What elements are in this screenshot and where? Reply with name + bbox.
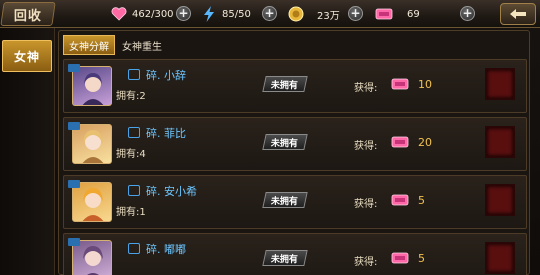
fragment-icon xyxy=(128,69,140,80)
rarity-badge-icon xyxy=(68,64,80,72)
recycle-back-button[interactable]: 回收 xyxy=(0,2,56,26)
status-label: 未拥有 xyxy=(271,196,299,207)
pink-gem-icon xyxy=(391,78,409,90)
sidebar-tab-goddess[interactable]: 女神 xyxy=(2,40,52,72)
pink-gem-icon xyxy=(391,252,409,264)
fragment-name: 碎. 嘟嘟 xyxy=(146,243,186,256)
owned-count: 拥有:2 xyxy=(116,87,146,102)
sidebar-tab-label: 女神 xyxy=(13,49,40,64)
list-item: 碎. 菲比 拥有:4 未拥有 获得: 20 xyxy=(63,117,527,171)
obtain-label: 获得: xyxy=(354,83,378,94)
rarity-badge-icon xyxy=(68,238,80,246)
add-energy-button[interactable]: + xyxy=(262,6,277,21)
add-stamina-button[interactable]: + xyxy=(176,6,191,21)
avatar xyxy=(72,124,112,164)
return-arrow-icon xyxy=(510,9,526,19)
fragment-icon xyxy=(128,185,140,196)
obtain-label: 获得: xyxy=(354,257,378,268)
tab-bar: 女神分解 女神重生 xyxy=(63,35,169,55)
fragment-name: 碎. 小辞 xyxy=(146,69,186,82)
pink-gem-icon xyxy=(391,136,409,148)
energy-resource: 85/50 xyxy=(200,5,251,23)
list-item: 碎. 嘟嘟 未拥有 获得: 5 xyxy=(63,233,527,275)
tab-goddess-decompose[interactable]: 女神分解 xyxy=(63,35,115,55)
energy-icon xyxy=(200,6,218,22)
owned-value: 4 xyxy=(139,149,146,160)
gold-resource: 23万 xyxy=(287,5,340,23)
status-badge: 未拥有 xyxy=(262,76,308,92)
tab-goddess-rebirth[interactable]: 女神重生 xyxy=(117,35,167,55)
select-checkbox[interactable] xyxy=(485,126,515,158)
fragment-icon xyxy=(128,127,140,138)
obtain-label: 获得: xyxy=(354,141,378,152)
add-gem-button[interactable]: + xyxy=(460,6,475,21)
content-panel: 女神分解 女神重生 碎. 小辞 拥有:2 未拥有 获得: 10 碎. 菲比 拥有… xyxy=(58,30,530,275)
energy-value: 85/50 xyxy=(222,8,251,20)
rarity-badge-icon xyxy=(68,122,80,130)
status-label: 未拥有 xyxy=(271,254,299,265)
pink-gem-icon xyxy=(375,6,393,22)
return-button[interactable] xyxy=(500,3,536,25)
gold-value: 23万 xyxy=(317,10,340,22)
owned-value: 1 xyxy=(139,207,146,218)
select-checkbox[interactable] xyxy=(485,184,515,216)
owned-value: 2 xyxy=(139,91,146,102)
fragment-icon xyxy=(128,243,140,254)
owned-label: 拥有: xyxy=(116,91,140,102)
add-gold-button[interactable]: + xyxy=(348,6,363,21)
obtain-count: 10 xyxy=(418,78,432,91)
pink-gem-icon xyxy=(391,194,409,206)
fragment-name: 碎. 菲比 xyxy=(146,127,186,140)
list-item: 碎. 安小希 拥有:1 未拥有 获得: 5 xyxy=(63,175,527,229)
obtain-count: 5 xyxy=(418,252,425,265)
list-item: 碎. 小辞 拥有:2 未拥有 获得: 10 xyxy=(63,59,527,113)
select-checkbox[interactable] xyxy=(485,242,515,274)
goddess-screen: 回收 462/300 + 85/50 + 23万 + 69 + 女神 女神分解 … xyxy=(0,0,540,275)
status-badge: 未拥有 xyxy=(262,134,308,150)
stamina-value: 462/300 xyxy=(132,8,174,20)
owned-count: 拥有:1 xyxy=(116,203,146,218)
select-checkbox[interactable] xyxy=(485,68,515,100)
status-badge: 未拥有 xyxy=(262,192,308,208)
owned-label: 拥有: xyxy=(116,149,140,160)
obtain-count: 5 xyxy=(418,194,425,207)
status-label: 未拥有 xyxy=(271,80,299,91)
avatar xyxy=(72,182,112,222)
avatar xyxy=(72,66,112,106)
owned-label: 拥有: xyxy=(116,207,140,218)
gold-coin-icon xyxy=(287,6,305,22)
obtain-label: 获得: xyxy=(354,199,378,210)
heart-icon xyxy=(110,6,128,22)
stamina-resource: 462/300 xyxy=(110,5,174,23)
owned-count: 拥有:4 xyxy=(116,145,146,160)
gem-resource: 69 xyxy=(375,5,420,23)
gem-value: 69 xyxy=(407,8,420,20)
left-sidebar: 女神 xyxy=(0,28,55,275)
back-label: 回收 xyxy=(13,8,42,24)
obtain-count: 20 xyxy=(418,136,432,149)
fragment-name: 碎. 安小希 xyxy=(146,185,197,198)
status-badge: 未拥有 xyxy=(262,250,308,266)
status-label: 未拥有 xyxy=(271,138,299,149)
top-bar: 回收 462/300 + 85/50 + 23万 + 69 + xyxy=(0,0,540,28)
rarity-badge-icon xyxy=(68,180,80,188)
